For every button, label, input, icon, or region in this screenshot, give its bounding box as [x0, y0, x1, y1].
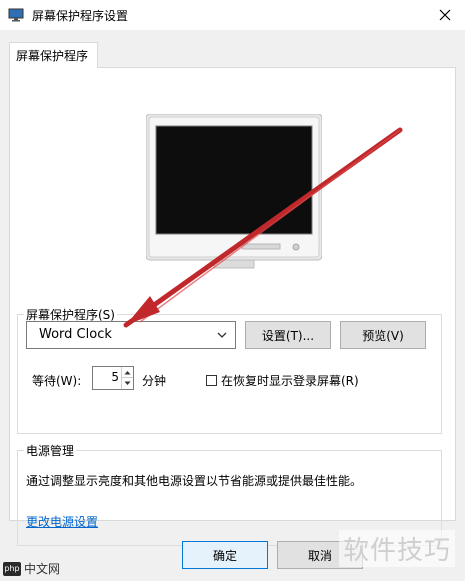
wait-minutes-value[interactable]: 5: [97, 370, 119, 384]
power-group-label: 电源管理: [24, 442, 77, 459]
preview-button[interactable]: 预览(V): [340, 321, 426, 349]
logo-badge: php: [3, 561, 21, 576]
screensaver-app-icon: [8, 8, 24, 22]
caret-down-icon: [124, 381, 131, 385]
dialog-body: 屏幕保护程序 屏幕保护程序(S) Word Clock 设置(T)... 预览(…: [0, 30, 465, 581]
screensaver-dropdown[interactable]: Word Clock: [26, 321, 236, 349]
tab-panel: 屏幕保护程序(S) Word Clock 设置(T)... 预览(V) 等待(W…: [9, 67, 456, 546]
logo-text: 中文网: [24, 562, 61, 576]
resume-login-label[interactable]: 在恢复时显示登录屏幕(R): [221, 372, 359, 389]
caret-up-icon: [124, 370, 131, 374]
monitor-preview: [146, 114, 322, 269]
resume-login-checkbox[interactable]: [206, 375, 217, 386]
spinner-buttons: [121, 367, 133, 389]
spinner-down-button[interactable]: [122, 378, 133, 389]
change-power-settings-link[interactable]: 更改电源设置: [26, 513, 98, 530]
power-description: 通过调整显示亮度和其他电源设置以节省能源或提供最佳性能。: [26, 474, 363, 488]
chevron-down-icon: [217, 332, 227, 338]
watermark: 软件技巧: [338, 530, 455, 567]
close-button[interactable]: [425, 0, 465, 30]
title-bar: 屏幕保护程序设置: [0, 0, 465, 30]
site-logo: php 中文网: [3, 560, 60, 577]
wait-label: 等待(W):: [32, 374, 82, 388]
minutes-label: 分钟: [142, 374, 167, 388]
spinner-up-button[interactable]: [122, 367, 133, 378]
settings-button[interactable]: 设置(T)...: [245, 321, 331, 349]
close-icon: [439, 9, 451, 21]
wait-minutes-spinner[interactable]: 5: [92, 366, 134, 390]
screensaver-selected: Word Clock: [39, 327, 112, 342]
ok-button[interactable]: 确定: [182, 541, 268, 569]
tab-screensaver[interactable]: 屏幕保护程序: [9, 42, 98, 68]
window-title: 屏幕保护程序设置: [32, 9, 129, 23]
